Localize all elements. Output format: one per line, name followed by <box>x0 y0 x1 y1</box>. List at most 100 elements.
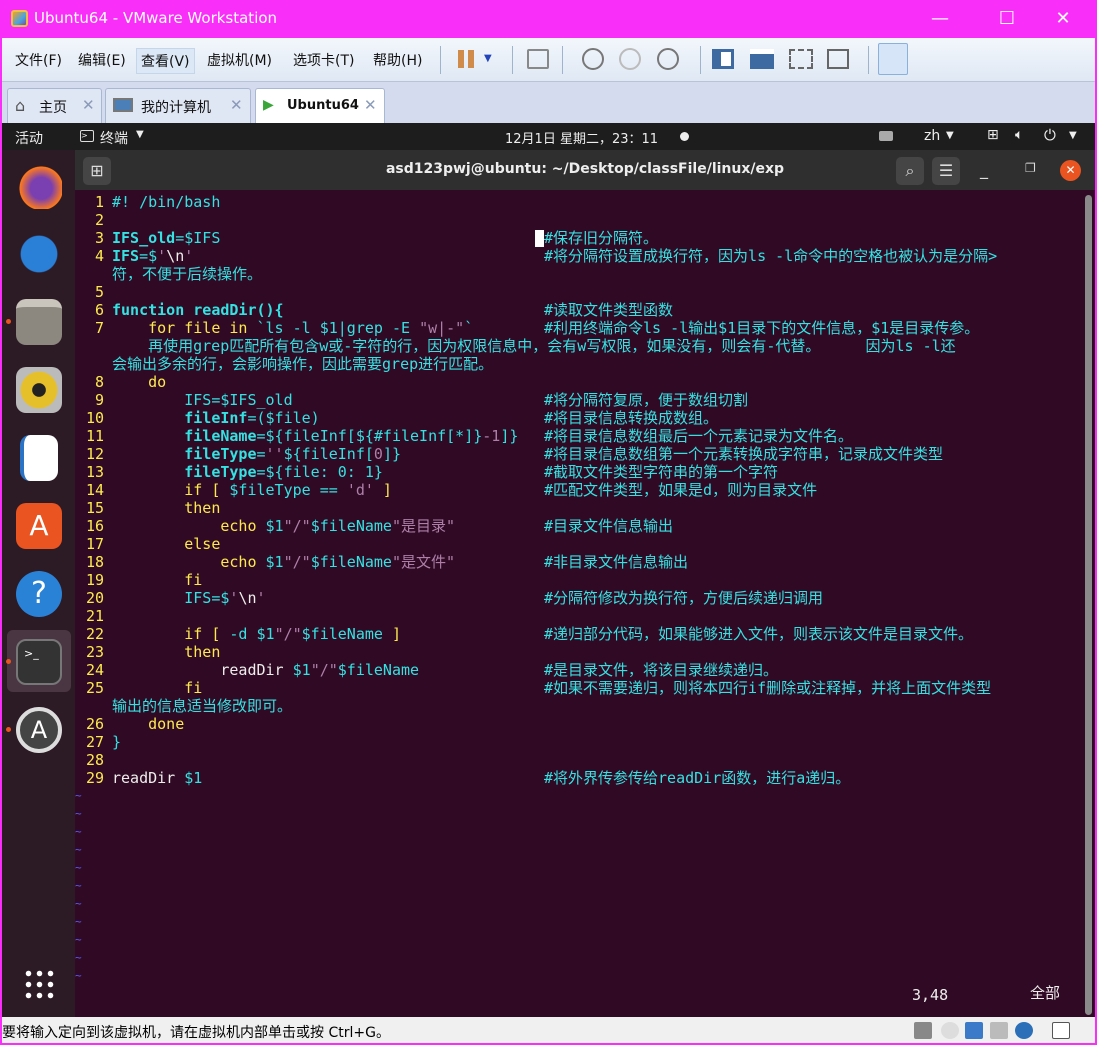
power-icon[interactable]: ⏻ <box>1044 126 1056 144</box>
vim-editor[interactable]: 1 #! /bin/bash 2 3 IFS_old=$IFS #保存旧分隔符。 4 IFS=… <box>75 190 1095 1017</box>
network-icon[interactable]: ⊞ <box>987 127 999 143</box>
files-icon[interactable] <box>16 299 62 345</box>
code-token: = <box>256 445 266 463</box>
pause-button[interactable] <box>454 46 480 72</box>
menu-vm[interactable]: 虚拟机(M) <box>203 48 276 72</box>
show-applications-icon[interactable] <box>23 968 55 1000</box>
code-token: if [ <box>112 481 230 499</box>
code-token: 0 <box>373 445 383 463</box>
code-token: "/" <box>283 517 311 535</box>
tab-close-icon[interactable]: ✕ <box>364 96 377 114</box>
message-log-icon[interactable] <box>1052 1022 1070 1039</box>
tab-close-icon[interactable]: ✕ <box>82 96 95 114</box>
tab-ubuntu64[interactable]: ▶ Ubuntu64 ✕ <box>255 88 385 123</box>
empty-line-tilde: ~ <box>75 897 82 910</box>
code-token: '' <box>265 445 284 463</box>
code-text: fileType=''${fileInf[0]} <box>112 445 401 463</box>
code-token: function readDir(){ <box>112 301 284 319</box>
help-icon[interactable]: ? <box>16 571 62 617</box>
close-button[interactable]: ✕ <box>1043 6 1083 32</box>
tab-bar: ⌂ 主页 ✕ 我的计算机 ✕ ▶ Ubuntu64 ✕ <box>2 82 1095 123</box>
volume-icon[interactable]: 🔈︎ <box>1015 127 1023 143</box>
status-message: 要将输入定向到该虚拟机，请在虚拟机内部单击或按 Ctrl+G。 <box>2 1025 390 1041</box>
code-token: "/" <box>283 553 311 571</box>
menu-view[interactable]: 查看(V) <box>136 48 195 74</box>
empty-line-tilde: ~ <box>75 915 82 928</box>
menu-tabs[interactable]: 选项卡(T) <box>289 48 358 72</box>
line-number: 4 <box>94 247 104 265</box>
code-token: ]} <box>500 427 519 445</box>
terminal-icon[interactable]: >_ <box>16 639 62 685</box>
empty-line-tilde: ~ <box>75 861 82 874</box>
snapshot-revert-icon[interactable] <box>619 48 641 70</box>
snapshot-manager-icon[interactable] <box>657 48 679 70</box>
line-number: 7 <box>94 319 104 337</box>
line-number: 16 <box>85 517 104 535</box>
minimize-button[interactable]: — <box>920 6 960 32</box>
sidebar-toggle-icon[interactable] <box>712 49 734 69</box>
code-token: $1 <box>265 517 284 535</box>
code-text: if [ -d $1"/"$fileName ] <box>112 625 401 643</box>
menu-edit[interactable]: 编辑(E) <box>74 48 130 72</box>
code-token: 会输出多余的行，会影响操作，因此需要grep进行匹配。 <box>112 355 494 373</box>
ubuntu-dock: A ? >_ A <box>2 150 75 1017</box>
cd-rom-icon[interactable] <box>941 1022 959 1039</box>
send-ctrl-alt-del-icon[interactable] <box>527 49 549 69</box>
software-center-icon[interactable]: A <box>16 503 62 549</box>
code-text: readDir $1"/"$fileName <box>112 661 419 679</box>
tab-home[interactable]: ⌂ 主页 ✕ <box>7 88 102 123</box>
minimize-button[interactable]: _ <box>980 160 988 179</box>
line-number: 29 <box>85 769 104 787</box>
software-updater-icon[interactable]: A <box>16 707 62 753</box>
monitor-icon <box>113 98 133 112</box>
thunderbird-icon[interactable] <box>16 231 62 277</box>
menu-help[interactable]: 帮助(H) <box>369 48 426 72</box>
maximize-button[interactable]: ❐ <box>1025 161 1036 175</box>
network-adapter-icon[interactable] <box>965 1022 983 1039</box>
maximize-button[interactable]: ☐ <box>987 6 1027 32</box>
line-number: 5 <box>94 283 104 301</box>
running-indicator <box>6 727 11 732</box>
code-token: 符，不便于后续操作。 <box>112 265 263 283</box>
activities-button[interactable]: 活动 <box>15 128 43 148</box>
code-token: ] <box>373 481 392 499</box>
firefox-icon[interactable] <box>16 163 62 209</box>
empty-line-tilde: ~ <box>75 969 82 982</box>
input-method-lang[interactable]: zh <box>924 128 940 144</box>
code-token: ]} <box>382 445 401 463</box>
code-line: 会输出多余的行，会影响操作，因此需要grep进行匹配。 <box>75 355 1075 373</box>
search-button[interactable]: ⌕ <box>896 157 924 185</box>
code-text: IFS=$'\n' <box>112 247 193 265</box>
snapshot-take-icon[interactable] <box>582 48 604 70</box>
tab-my-computer[interactable]: 我的计算机 ✕ <box>105 88 251 123</box>
code-line: 1 #! /bin/bash <box>75 193 1075 211</box>
close-button[interactable]: ✕ <box>1060 160 1081 181</box>
code-text: 会输出多余的行，会影响操作，因此需要grep进行匹配。 <box>112 355 493 373</box>
clock[interactable]: 12月1日 星期二，23：11 <box>505 128 658 147</box>
code-line: 3 IFS_old=$IFS #保存旧分隔符。 <box>75 229 1075 247</box>
hard-disk-icon[interactable] <box>914 1022 932 1039</box>
scrollbar[interactable] <box>1085 195 1092 1015</box>
code-line: 8 do <box>75 373 1075 391</box>
libreoffice-writer-icon[interactable] <box>20 435 58 481</box>
thumbnail-bar-icon[interactable] <box>750 49 774 69</box>
keyboard-icon[interactable] <box>879 131 893 141</box>
fullscreen-icon[interactable] <box>789 49 813 69</box>
chevron-down-icon[interactable]: ▼ <box>1069 130 1077 141</box>
console-view-button[interactable] <box>878 43 908 75</box>
rhythmbox-icon[interactable] <box>16 367 62 413</box>
code-comment: #分隔符修改为换行符，方便后续递归调用 <box>544 589 824 607</box>
app-menu[interactable]: 终端 <box>100 128 128 148</box>
printer-icon[interactable] <box>990 1022 1008 1039</box>
code-token: ` <box>464 319 474 337</box>
sound-card-icon[interactable] <box>1015 1022 1033 1039</box>
code-line: 10 fileInf=($file) #将目录信息转换成数组。 <box>75 409 1075 427</box>
code-token: ] <box>391 625 401 643</box>
power-dropdown-icon[interactable]: ▼ <box>484 46 498 72</box>
tab-close-icon[interactable]: ✕ <box>230 96 243 114</box>
code-token: "/" <box>274 625 302 643</box>
unity-mode-icon[interactable] <box>827 49 849 69</box>
menu-file[interactable]: 文件(F) <box>11 48 66 72</box>
hamburger-menu-button[interactable]: ☰ <box>932 157 960 185</box>
code-text: done <box>112 715 184 733</box>
